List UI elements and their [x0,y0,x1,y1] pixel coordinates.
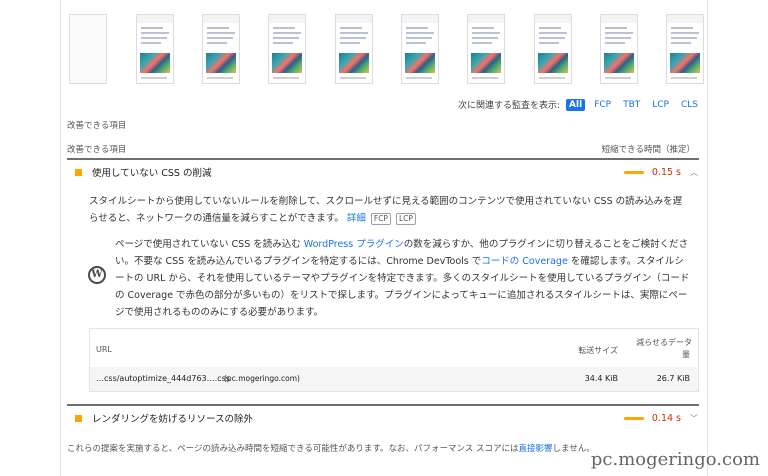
filter-label: 次に関連する監査を表示: [458,101,561,111]
column-header-url: URL [96,345,112,354]
column-label-opportunity: 改善できる項目 [67,145,127,155]
audit-savings: 0.15 s [651,166,681,178]
table-row: …css/autoptimize_444d763….css (pc.mogeri… [90,367,698,391]
filmstrip [69,14,709,86]
column-label-estimated-savings: 短縮できる時間（推定） [601,145,695,155]
unused-css-table: URL 転送サイズ 減らせるデータ 量 …css/autoptimize_444… [89,328,699,392]
audit-description: スタイルシートから使用していないルールを削除して、スクロールせずに見える範囲のコ… [89,193,689,227]
filter-chip-tbt[interactable]: TBT [620,99,643,111]
filter-chip-fcp[interactable]: FCP [591,99,614,111]
wordpress-plugins-link[interactable]: WordPress プラグイン [304,239,404,250]
code-coverage-link[interactable]: コードの Coverage [481,256,568,267]
filmstrip-frame-blank [69,14,107,84]
savings-bar [623,170,644,174]
footnote-text: しません。 [552,444,595,454]
audit-filter-bar: 次に関連する監査を表示: All FCP TBT LCP CLS [458,98,701,111]
row-host: (pc.mogeringo.com) [224,374,300,383]
audit-unused-css-header[interactable]: 使用していない CSS の削減 0.15 s ︿ [67,158,699,184]
site-watermark: pc.mogeringo.com [590,449,760,470]
audit-title: レンダリングを妨げるリソースの除外 [92,414,254,425]
filmstrip-frame [600,14,638,84]
row-potential-savings: 26.7 KiB [656,374,690,383]
warning-square-icon [75,168,82,176]
column-header-potential-savings-cont: 量 [682,350,690,359]
metric-tag-lcp: LCP [395,213,416,225]
audit-savings: 0.14 s [651,412,681,424]
filter-chip-all[interactable]: All [566,98,586,111]
chevron-down-icon[interactable]: ﹀ [689,413,699,424]
warning-square-icon [75,414,82,422]
filmstrip-frame [136,14,174,84]
filmstrip-frame [534,14,572,84]
audit-render-blocking-header[interactable]: レンダリングを妨げるリソースの除外 0.14 s ﹀ [67,404,699,430]
lighthouse-report-panel: 次に関連する監査を表示: All FCP TBT LCP CLS 改善できる項目… [60,0,708,476]
chevron-up-icon[interactable]: ︿ [689,167,699,178]
row-url[interactable]: …css/autoptimize_444d763….css [96,374,230,383]
wordpress-hint: ページで使用されていない CSS を読み込む WordPress プラグインの数… [115,236,691,321]
filter-chip-lcp[interactable]: LCP [649,99,672,111]
filmstrip-frame [202,14,240,84]
savings-bar [623,416,644,420]
filter-chip-cls[interactable]: CLS [678,99,701,111]
wordpress-icon: W [88,266,106,284]
column-header-potential-savings: 減らせるデータ [636,338,692,347]
row-transfer-size: 34.4 KiB [584,374,618,383]
filmstrip-frame [467,14,505,84]
filmstrip-frame [666,14,704,84]
filmstrip-frame [268,14,306,84]
column-header-transfer-size: 転送サイズ [578,346,618,355]
audit-title: 使用していない CSS の削減 [92,168,212,179]
filmstrip-frame [335,14,373,84]
section-label-opportunities: 改善できる項目 [67,121,127,131]
metric-tag-fcp: FCP [370,213,391,225]
wp-hint-text: ページで使用されていない CSS を読み込む [115,239,304,250]
footnote-link[interactable]: 直接影響 [519,444,553,454]
footnote-text: これらの提案を実施すると、ページの読み込み時間を短縮できる可能性があります。なお… [67,444,519,454]
opportunities-footnote: これらの提案を実施すると、ページの読み込み時間を短縮できる可能性があります。なお… [67,442,595,454]
learn-more-link[interactable]: 詳細 [347,213,366,224]
filmstrip-frame [401,14,439,84]
